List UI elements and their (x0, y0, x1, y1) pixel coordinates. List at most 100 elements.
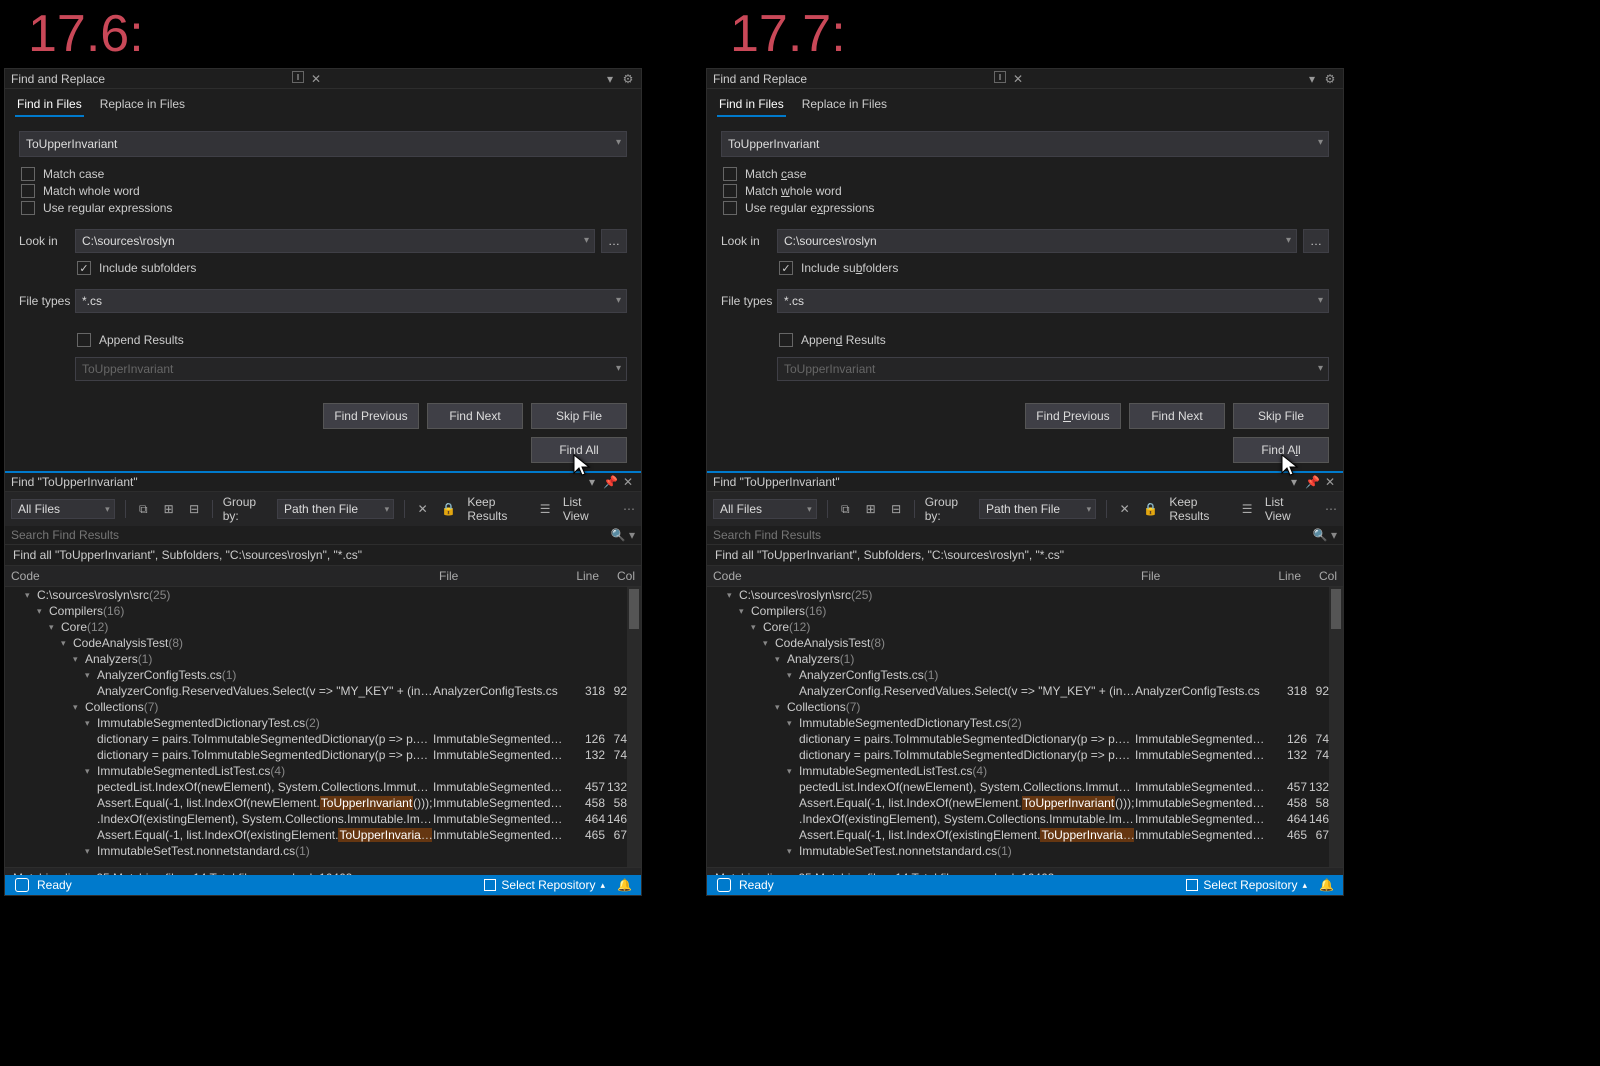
collapse-icon[interactable]: ⊟ (186, 500, 201, 518)
expand-icon[interactable]: ⊞ (161, 500, 176, 518)
match-word-checkbox[interactable] (21, 184, 35, 198)
search-icon[interactable]: 🔍 ▾ (611, 528, 635, 542)
close-icon[interactable]: ✕ (309, 72, 323, 86)
match-case-checkbox[interactable] (21, 167, 35, 181)
tree-group[interactable]: CodeAnalysisTest (8) (5, 635, 641, 651)
filetypes-combo[interactable]: *.cs (777, 289, 1329, 313)
search-results-input[interactable] (11, 528, 605, 542)
close-icon[interactable]: ✕ (1011, 72, 1025, 86)
result-row[interactable]: Assert.Equal(-1, list.IndexOf(newElement… (5, 795, 641, 811)
pin-icon[interactable] (993, 71, 1007, 86)
tree-group[interactable]: Analyzers (1) (707, 651, 1343, 667)
result-row[interactable]: pectedList.IndexOf(newElement), System.C… (5, 779, 641, 795)
col-code[interactable]: Code (707, 566, 1135, 586)
use-regex-checkbox[interactable] (21, 201, 35, 215)
pin-icon[interactable] (291, 71, 305, 86)
lock-icon[interactable]: 🔒 (440, 500, 457, 518)
groupby-combo[interactable]: Path then File▾ (979, 499, 1096, 519)
search-term-input[interactable] (19, 131, 627, 157)
tree-group[interactable]: Core (12) (5, 619, 641, 635)
result-row[interactable]: AnalyzerConfig.ReservedValues.Select(v =… (5, 683, 641, 699)
copy-icon[interactable]: ⧉ (838, 500, 853, 518)
result-row[interactable]: .IndexOf(existingElement), System.Collec… (707, 811, 1343, 827)
tab-find-in-files[interactable]: Find in Files (717, 93, 786, 117)
tree-group[interactable]: Core (12) (707, 619, 1343, 635)
tree-group[interactable]: ImmutableSegmentedDictionaryTest.cs (2) (5, 715, 641, 731)
col-col[interactable]: Col (1307, 566, 1343, 586)
vs-icon[interactable] (717, 878, 731, 892)
list-view-label[interactable]: List View (563, 495, 603, 523)
tree-group[interactable]: AnalyzerConfigTests.cs (1) (707, 667, 1343, 683)
result-row[interactable]: dictionary = pairs.ToImmutableSegmentedD… (707, 731, 1343, 747)
tree-group[interactable]: Collections (7) (5, 699, 641, 715)
lookin-combo[interactable]: C:\sources\roslyn (777, 229, 1297, 253)
tree-group[interactable]: ImmutableSetTest.nonnetstandard.cs (1) (707, 843, 1343, 859)
skip-file-button[interactable]: Skip File (531, 403, 627, 429)
result-row[interactable]: dictionary = pairs.ToImmutableSegmentedD… (707, 747, 1343, 763)
select-repository-button[interactable]: Select Repository▴ (1186, 878, 1307, 892)
search-results-input[interactable] (713, 528, 1307, 542)
close-icon[interactable]: ✕ (1323, 475, 1337, 489)
tree-group[interactable]: ImmutableSegmentedDictionaryTest.cs (2) (707, 715, 1343, 731)
delete-icon[interactable]: ✕ (415, 500, 430, 518)
col-col[interactable]: Col (605, 566, 641, 586)
browse-button[interactable]: … (1303, 229, 1329, 253)
pin-icon[interactable]: 📌 (1305, 475, 1319, 489)
col-line[interactable]: Line (1265, 566, 1307, 586)
keep-results-label[interactable]: Keep Results (1169, 495, 1229, 523)
tree-group[interactable]: AnalyzerConfigTests.cs (1) (5, 667, 641, 683)
tree-group[interactable]: CodeAnalysisTest (8) (707, 635, 1343, 651)
find-previous-button[interactable]: Find Previous (1025, 403, 1121, 429)
include-subfolders-checkbox[interactable] (779, 261, 793, 275)
find-next-button[interactable]: Find Next (1129, 403, 1225, 429)
list-view-label[interactable]: List View (1265, 495, 1305, 523)
tab-replace-in-files[interactable]: Replace in Files (98, 93, 187, 117)
result-row[interactable]: Assert.Equal(-1, list.IndexOf(existingEl… (5, 827, 641, 843)
gear-icon[interactable]: ⚙ (1323, 72, 1337, 86)
append-results-checkbox[interactable] (779, 333, 793, 347)
append-results-checkbox[interactable] (77, 333, 91, 347)
find-previous-button[interactable]: Find Previous (323, 403, 419, 429)
include-subfolders-checkbox[interactable] (77, 261, 91, 275)
result-row[interactable]: dictionary = pairs.ToImmutableSegmentedD… (5, 747, 641, 763)
col-line[interactable]: Line (563, 566, 605, 586)
expand-icon[interactable]: ⊞ (863, 500, 878, 518)
keep-results-label[interactable]: Keep Results (467, 495, 527, 523)
results-tree[interactable]: C:\sources\roslyn\src (25)Compilers (16)… (707, 587, 1343, 867)
tree-group[interactable]: Compilers (16) (707, 603, 1343, 619)
filter-combo[interactable]: All Files▾ (11, 499, 115, 519)
scrollbar[interactable] (627, 587, 641, 867)
tree-group[interactable]: C:\sources\roslyn\src (25) (5, 587, 641, 603)
pin-icon[interactable]: 📌 (603, 475, 617, 489)
find-next-button[interactable]: Find Next (427, 403, 523, 429)
results-tree[interactable]: C:\sources\roslyn\src (25)Compilers (16)… (5, 587, 641, 867)
gear-icon[interactable]: ⚙ (621, 72, 635, 86)
search-icon[interactable]: 🔍 ▾ (1313, 528, 1337, 542)
result-row[interactable]: .IndexOf(existingElement), System.Collec… (5, 811, 641, 827)
close-icon[interactable]: ✕ (621, 475, 635, 489)
collapse-icon[interactable]: ⊟ (888, 500, 903, 518)
match-word-checkbox[interactable] (723, 184, 737, 198)
tree-group[interactable]: Analyzers (1) (5, 651, 641, 667)
delete-icon[interactable]: ✕ (1117, 500, 1132, 518)
tree-group[interactable]: ImmutableSetTest.nonnetstandard.cs (1) (5, 843, 641, 859)
find-all-button[interactable]: Find All (1233, 437, 1329, 463)
select-repository-button[interactable]: Select Repository▴ (484, 878, 605, 892)
lock-icon[interactable]: 🔒 (1142, 500, 1159, 518)
result-row[interactable]: Assert.Equal(-1, list.IndexOf(existingEl… (707, 827, 1343, 843)
find-all-button[interactable]: Find All (531, 437, 627, 463)
list-icon[interactable]: ☰ (1239, 500, 1254, 518)
match-case-checkbox[interactable] (723, 167, 737, 181)
dropdown-icon[interactable]: ▾ (1287, 475, 1301, 489)
bell-icon[interactable] (1319, 878, 1333, 892)
list-icon[interactable]: ☰ (537, 500, 552, 518)
tree-group[interactable]: Compilers (16) (5, 603, 641, 619)
tree-group[interactable]: ImmutableSegmentedListTest.cs (4) (5, 763, 641, 779)
tree-group[interactable]: C:\sources\roslyn\src (25) (707, 587, 1343, 603)
bell-icon[interactable] (617, 878, 631, 892)
vs-icon[interactable] (15, 878, 29, 892)
use-regex-checkbox[interactable] (723, 201, 737, 215)
result-row[interactable]: dictionary = pairs.ToImmutableSegmentedD… (5, 731, 641, 747)
filetypes-combo[interactable]: *.cs (75, 289, 627, 313)
filter-combo[interactable]: All Files▾ (713, 499, 817, 519)
